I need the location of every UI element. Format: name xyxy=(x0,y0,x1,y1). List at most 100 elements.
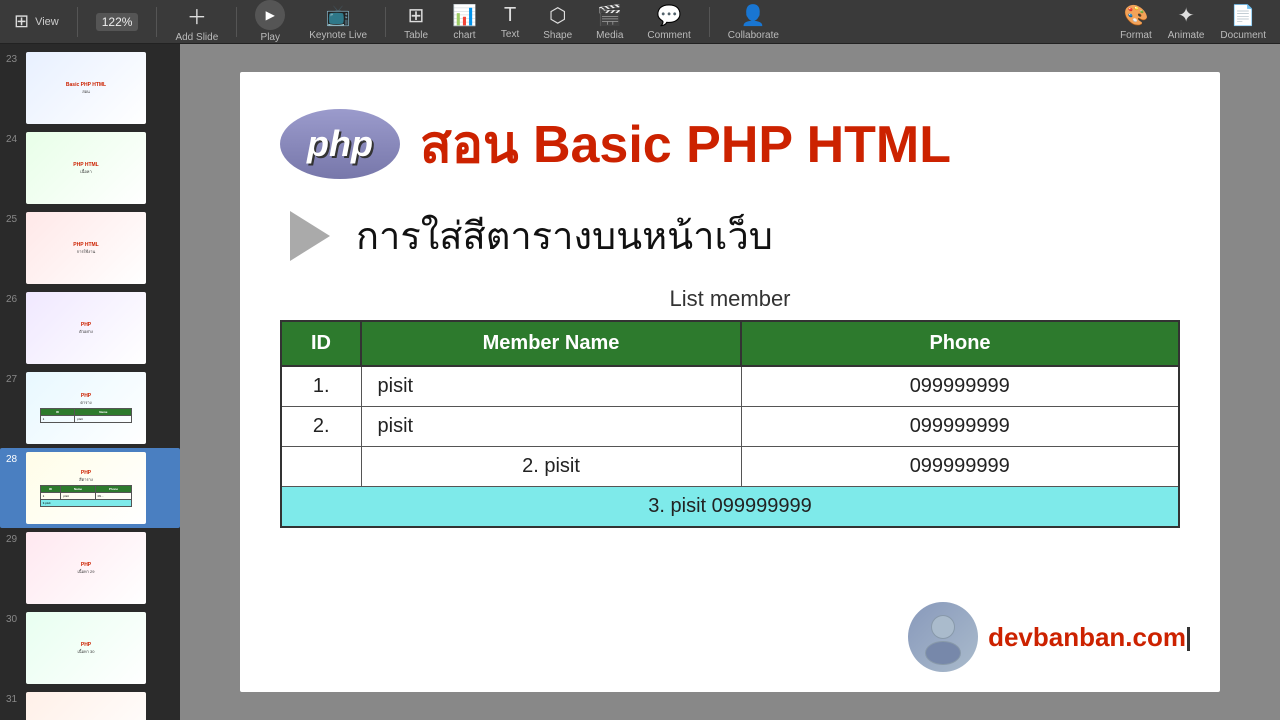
cell-phone-1: 099999999 xyxy=(741,366,1179,407)
slide-thumb-30[interactable]: 30 PHP เนื้อหา 30 xyxy=(0,608,180,688)
collaborate-button[interactable]: 👤 Collaborate xyxy=(722,1,785,43)
col-header-id: ID xyxy=(281,321,361,366)
slide-thumb-23[interactable]: 23 Basic PHP HTML สอน xyxy=(0,48,180,128)
col-header-phone: Phone xyxy=(741,321,1179,366)
slide-num-24: 24 xyxy=(6,132,22,145)
table-row-merged: 2. pisit 099999999 xyxy=(281,447,1179,487)
avatar-image xyxy=(908,602,978,672)
slide-preview-23: Basic PHP HTML สอน xyxy=(26,52,146,124)
format-icon: 🎨 xyxy=(1123,3,1148,28)
cell-id-1: 1. xyxy=(281,366,361,407)
slide-num-30: 30 xyxy=(6,612,22,625)
keynote-live-button[interactable]: 📺 Keynote Live xyxy=(303,1,373,43)
cell-cyan-full: 3. pisit 099999999 xyxy=(281,487,1179,528)
media-icon: 🎬 xyxy=(597,3,622,28)
zoom-value[interactable]: 122% xyxy=(96,13,139,31)
top-bar: ⊞ View 122% ＋ Add Slide ▶ Play 📺 Keynote… xyxy=(0,0,1280,44)
sep4 xyxy=(385,7,386,37)
view-icon[interactable]: ⊞ xyxy=(14,11,29,32)
php-logo-text: php xyxy=(307,123,373,165)
person-svg xyxy=(913,607,973,667)
site-name-text: devbanban.com xyxy=(988,622,1186,652)
shape-button[interactable]: ⬡ Shape xyxy=(537,1,578,43)
cell-phone-3: 099999999 xyxy=(741,447,1179,487)
chart-label: chart xyxy=(453,30,475,41)
play-button[interactable]: ▶ Play xyxy=(249,0,291,45)
format-button[interactable]: 🎨 Format xyxy=(1114,1,1158,43)
slide-preview-30: PHP เนื้อหา 30 xyxy=(26,612,146,684)
col-header-name: Member Name xyxy=(361,321,741,366)
animate-button[interactable]: ✦ Animate xyxy=(1162,1,1211,43)
table-header-row: ID Member Name Phone xyxy=(281,321,1179,366)
chart-icon: 📊 xyxy=(452,3,477,28)
slide-num-27: 27 xyxy=(6,372,22,385)
sep1 xyxy=(77,7,78,37)
table-title: List member xyxy=(280,286,1180,312)
table-row: 2. pisit 099999999 xyxy=(281,407,1179,447)
view-group: ⊞ View xyxy=(8,11,65,32)
slide-preview-31: PHP เนื้อหา 31 xyxy=(26,692,146,720)
cell-id-2: 2. xyxy=(281,407,361,447)
document-label: Document xyxy=(1220,30,1266,41)
shape-label: Shape xyxy=(543,30,572,41)
table-icon: ⊞ xyxy=(408,3,425,28)
play-label: Play xyxy=(261,32,280,43)
data-table: ID Member Name Phone 1. pisit 099999999 … xyxy=(280,320,1180,528)
text-button[interactable]: T Text xyxy=(495,2,525,42)
slide-canvas: php สอน Basic PHP HTML การใส่สีตารางบนหน… xyxy=(240,72,1220,692)
slide-thumb-25[interactable]: 25 PHP HTML การใช้งาน xyxy=(0,208,180,288)
cell-phone-2: 099999999 xyxy=(741,407,1179,447)
play-arrow-icon xyxy=(280,206,340,266)
keynote-live-label: Keynote Live xyxy=(309,30,367,41)
view-label[interactable]: View xyxy=(35,16,59,28)
add-slide-button[interactable]: ＋ Add Slide xyxy=(169,0,224,45)
slide-num-28: 28 xyxy=(6,452,22,465)
animate-icon: ✦ xyxy=(1178,3,1195,28)
play-icon: ▶ xyxy=(255,0,285,30)
slide-thumb-28[interactable]: 28 PHP สีตาราง IDNamePhone 1pisit09... 3… xyxy=(0,448,180,528)
zoom-group[interactable]: 122% xyxy=(90,13,145,31)
slide-header: php สอน Basic PHP HTML xyxy=(280,102,1180,185)
slide-preview-24: PHP HTML เนื้อหา xyxy=(26,132,146,204)
slide-thumb-24[interactable]: 24 PHP HTML เนื้อหา xyxy=(0,128,180,208)
cell-name-2: pisit xyxy=(361,407,741,447)
animate-label: Animate xyxy=(1168,30,1205,41)
document-icon: 📄 xyxy=(1231,3,1256,28)
table-section: List member ID Member Name Phone 1. pisi… xyxy=(280,286,1180,528)
slide-thumb-31[interactable]: 31 PHP เนื้อหา 31 xyxy=(0,688,180,720)
collaborate-label: Collaborate xyxy=(728,30,779,41)
shape-icon: ⬡ xyxy=(549,3,566,28)
slide-preview-29: PHP เนื้อหา 29 xyxy=(26,532,146,604)
add-slide-icon: ＋ xyxy=(187,1,207,30)
sep2 xyxy=(156,7,157,37)
keynote-live-icon: 📺 xyxy=(326,3,351,28)
canvas-area[interactable]: php สอน Basic PHP HTML การใส่สีตารางบนหน… xyxy=(180,44,1280,720)
comment-button[interactable]: 💬 Comment xyxy=(641,1,696,43)
format-label: Format xyxy=(1120,30,1152,41)
toolbar-right: 🎨 Format ✦ Animate 📄 Document xyxy=(1114,1,1272,43)
slide-preview-27: PHP ตาราง IDName 1pisit xyxy=(26,372,146,444)
table-row: 1. pisit 099999999 xyxy=(281,366,1179,407)
add-slide-label: Add Slide xyxy=(175,32,218,43)
slide-thumb-29[interactable]: 29 PHP เนื้อหา 29 xyxy=(0,528,180,608)
slide-preview-25: PHP HTML การใช้งาน xyxy=(26,212,146,284)
sep5 xyxy=(709,7,710,37)
slide-subtitle: การใส่สีตารางบนหน้าเว็บ xyxy=(356,205,773,266)
table-row-cyan: 3. pisit 099999999 xyxy=(281,487,1179,528)
php-logo: php xyxy=(280,109,400,179)
media-button[interactable]: 🎬 Media xyxy=(590,1,629,43)
slide-thumb-27[interactable]: 27 PHP ตาราง IDName 1pisit xyxy=(0,368,180,448)
slide-thumb-26[interactable]: 26 PHP ตัวอย่าง xyxy=(0,288,180,368)
slide-title: สอน Basic PHP HTML xyxy=(420,102,951,185)
text-label: Text xyxy=(501,29,519,40)
text-icon: T xyxy=(504,4,516,27)
table-label: Table xyxy=(404,30,428,41)
chart-button[interactable]: 📊 chart xyxy=(446,1,483,43)
cell-name-1: pisit xyxy=(361,366,741,407)
slide-num-29: 29 xyxy=(6,532,22,545)
table-button[interactable]: ⊞ Table xyxy=(398,1,434,43)
document-button[interactable]: 📄 Document xyxy=(1214,1,1272,43)
cell-id-3 xyxy=(281,447,361,487)
site-name: devbanban.com xyxy=(988,622,1190,653)
slide-num-25: 25 xyxy=(6,212,22,225)
